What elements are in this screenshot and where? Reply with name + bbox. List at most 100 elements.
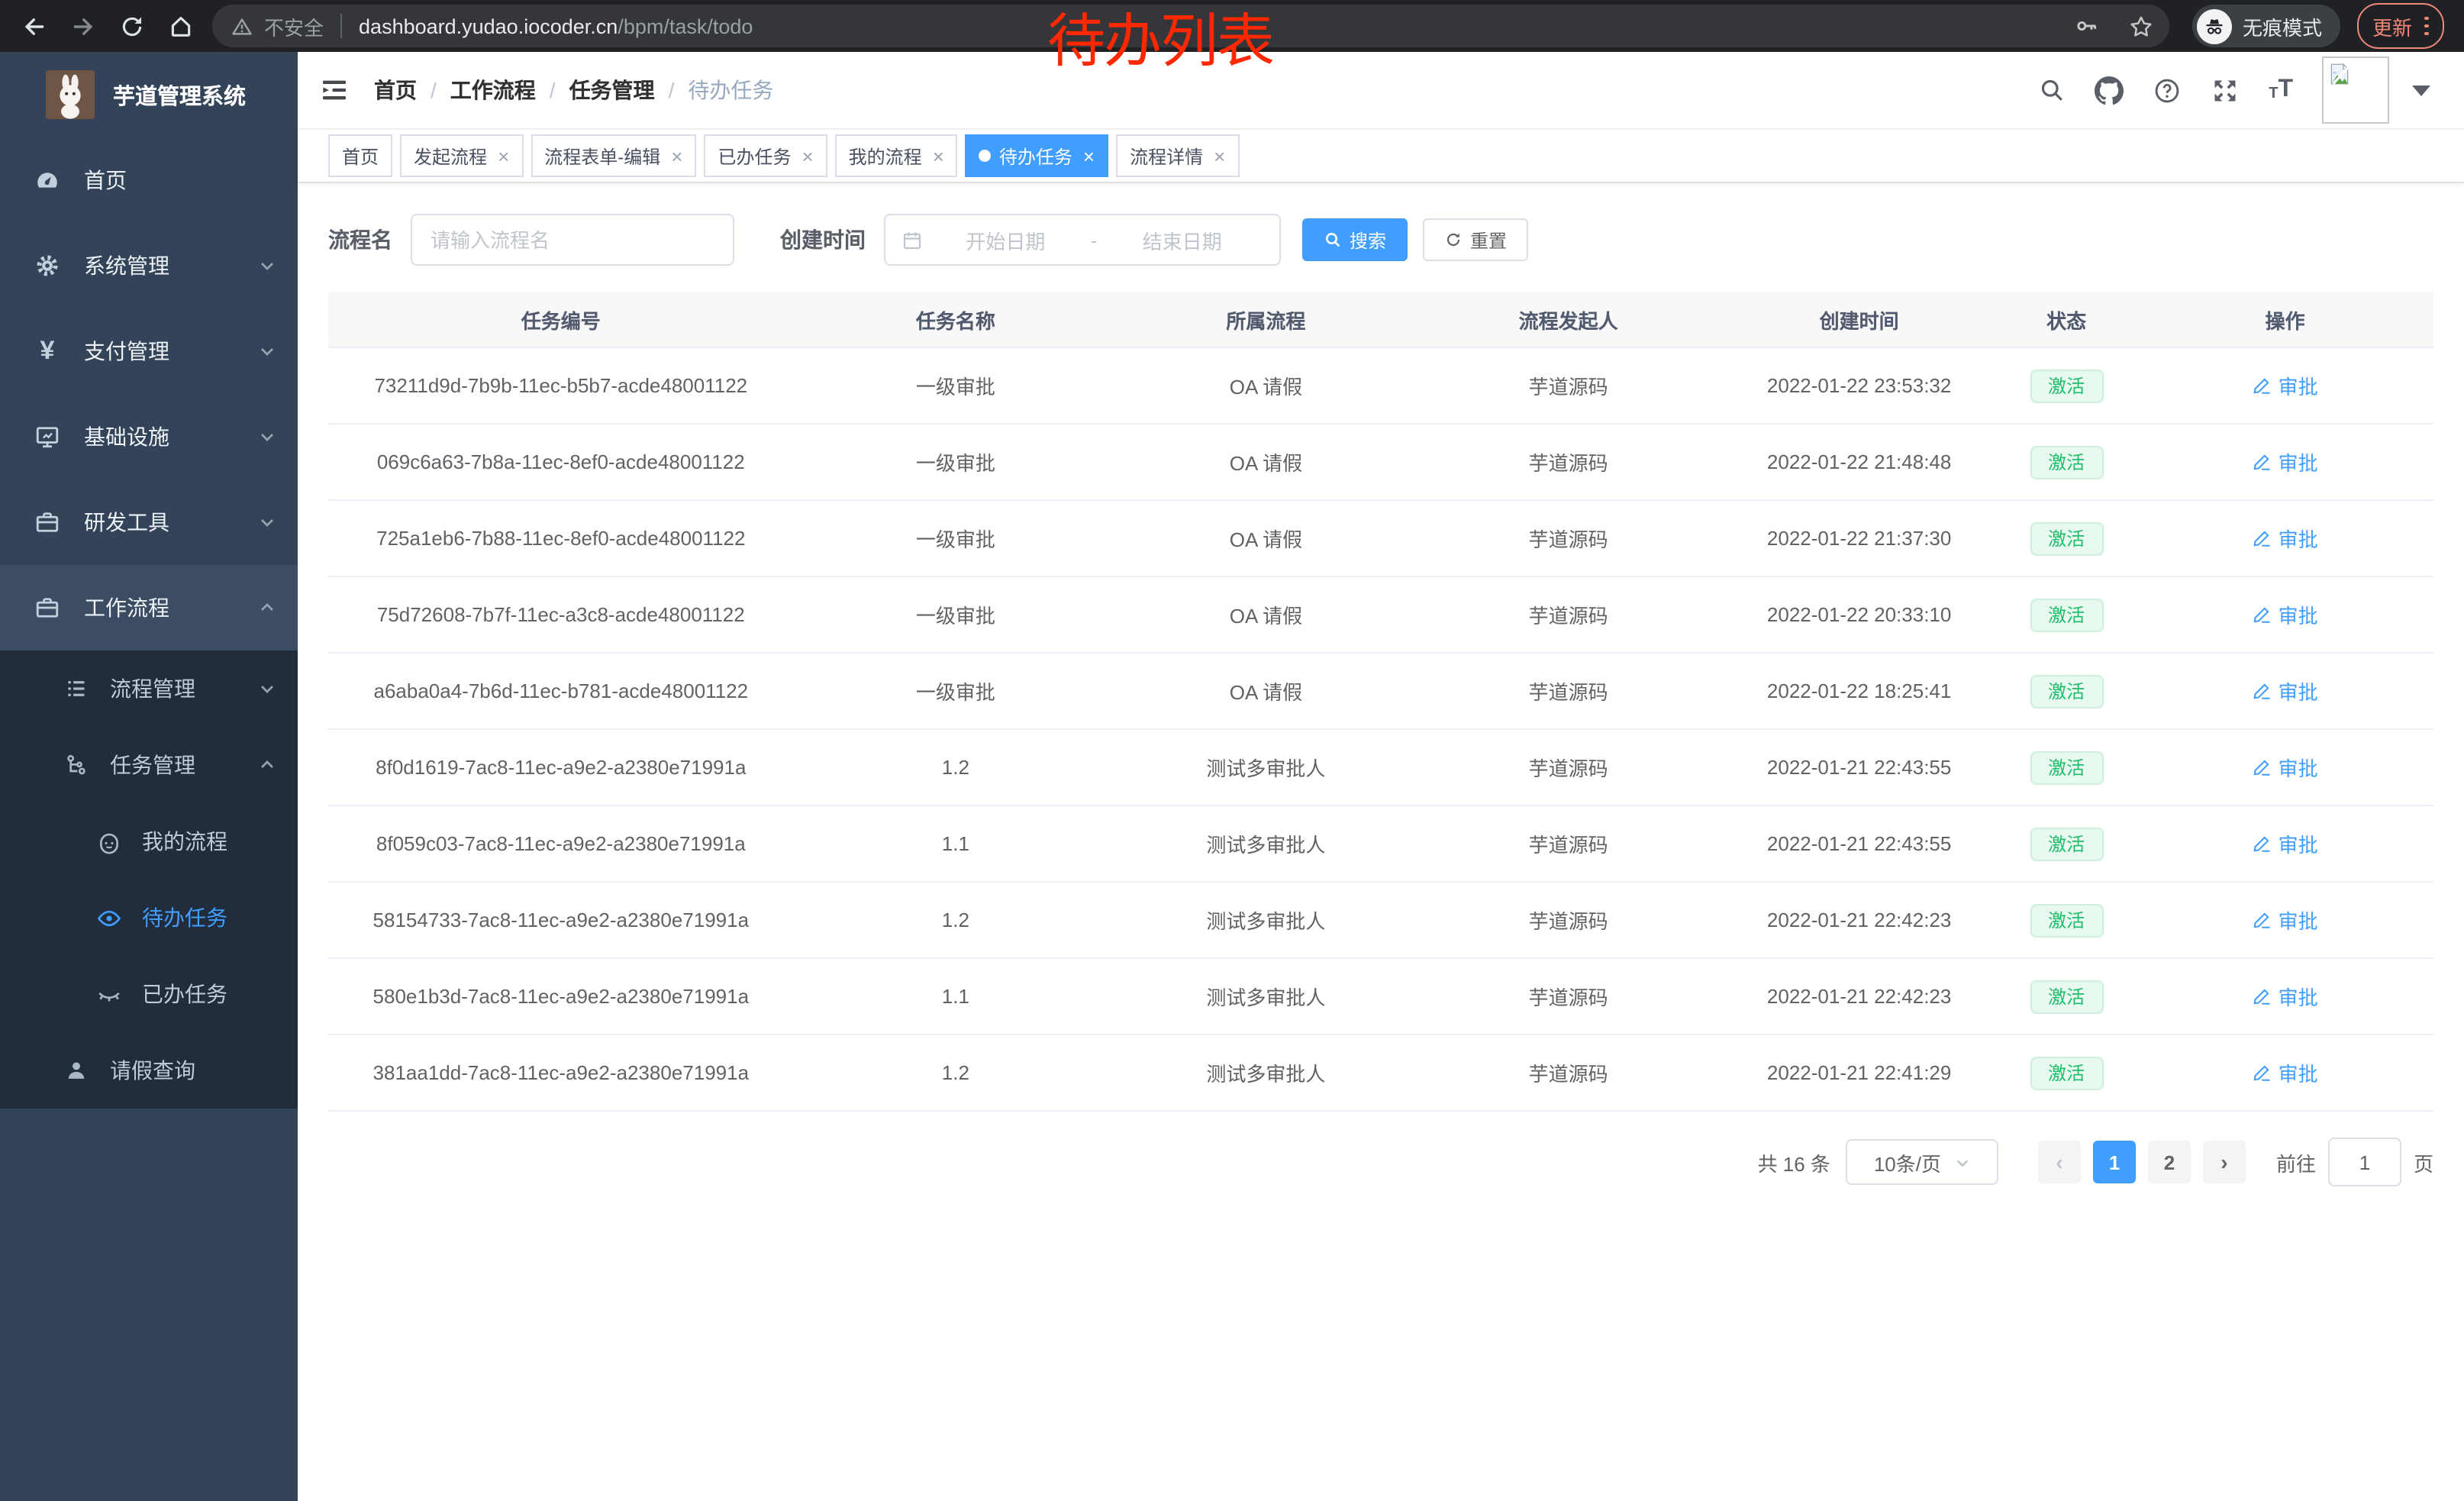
tab-my-process[interactable]: 我的流程× — [835, 134, 958, 177]
approve-button[interactable]: 审批 — [2253, 982, 2318, 1011]
table-header: 任务编号 任务名称 所属流程 流程发起人 创建时间 状态 操作 — [328, 292, 2433, 348]
sidebar-item-home[interactable]: 首页 — [0, 137, 298, 223]
status-badge: 激活 — [2030, 674, 2103, 708]
tab-process-form-edit[interactable]: 流程表单-编辑× — [531, 134, 696, 177]
task-id-cell: 8f0d1619-7ac8-11ec-a9e2-a2380e71991a — [328, 756, 794, 779]
initiator-cell: 芋道源码 — [1414, 829, 1723, 858]
close-icon[interactable]: × — [498, 146, 509, 166]
created-time-cell: 2022-01-22 18:25:41 — [1722, 679, 1995, 702]
sidebar-logo[interactable]: 芋道管理系统 — [0, 52, 298, 137]
github-icon[interactable] — [2095, 76, 2124, 105]
browser-reload-button[interactable] — [110, 4, 154, 48]
tab-done-tasks[interactable]: 已办任务× — [704, 134, 827, 177]
workflow-submenu: 流程管理 任务管理 我的流程 — [0, 650, 298, 1109]
close-icon[interactable]: × — [933, 146, 944, 166]
breadcrumb-item[interactable]: 任务管理 — [569, 75, 655, 105]
close-icon[interactable]: × — [1214, 146, 1225, 166]
approve-button[interactable]: 审批 — [2253, 676, 2318, 705]
task-name-cell: 一级审批 — [794, 447, 1118, 476]
process-cell: 测试多审批人 — [1118, 829, 1414, 858]
annotation-text: 待办列表 — [1047, 14, 1273, 72]
sidebar-item-devtools[interactable]: 研发工具 — [0, 479, 298, 565]
approve-button[interactable]: 审批 — [2253, 829, 2318, 858]
process-cell: 测试多审批人 — [1118, 982, 1414, 1011]
font-size-icon[interactable]: TT — [2269, 78, 2293, 102]
edit-pen-icon — [2253, 452, 2272, 472]
fullscreen-icon[interactable] — [2211, 76, 2240, 105]
incognito-label: 无痕模式 — [2243, 11, 2322, 40]
sidebar-item-label: 研发工具 — [84, 507, 258, 537]
task-id-cell: 73211d9d-7b9b-11ec-b5b7-acde48001122 — [328, 374, 794, 397]
chevron-down-icon — [258, 679, 276, 698]
search-icon — [1324, 231, 1342, 249]
prev-page-button[interactable]: ‹ — [2038, 1141, 2081, 1183]
task-id-cell: 381aa1dd-7ac8-11ec-a9e2-a2380e71991a — [328, 1061, 794, 1084]
initiator-cell: 芋道源码 — [1414, 600, 1723, 629]
reset-button[interactable]: 重置 — [1423, 218, 1528, 261]
goto-page-input[interactable] — [2328, 1138, 2401, 1186]
close-icon[interactable]: × — [801, 146, 813, 166]
sidebar-item-todo-tasks[interactable]: 待办任务 — [0, 880, 298, 956]
breadcrumb-item[interactable]: 工作流程 — [450, 75, 536, 105]
chevron-down-icon — [258, 342, 276, 360]
approve-button[interactable]: 审批 — [2253, 753, 2318, 782]
avatar[interactable] — [2322, 56, 2389, 124]
approve-button[interactable]: 审批 — [2253, 1058, 2318, 1087]
browser-home-button[interactable] — [159, 4, 203, 48]
kebab-menu-icon — [2424, 16, 2428, 36]
sidebar-item-task-mgmt[interactable]: 任务管理 — [0, 727, 298, 803]
bookmark-star-icon[interactable] — [2128, 13, 2154, 39]
browser-update-menu[interactable]: 更新 — [2357, 3, 2443, 49]
close-icon[interactable]: × — [671, 146, 682, 166]
breadcrumb-item-current: 待办任务 — [688, 75, 773, 105]
sidebar-item-process-mgmt[interactable]: 流程管理 — [0, 650, 298, 727]
main-area: 首页 / 工作流程 / 任务管理 / 待办任务 — [298, 52, 2464, 1501]
tags-view-bar: 首页 发起流程× 流程表单-编辑× 已办任务× 我的流程× 待办任务× 流程详情… — [298, 130, 2464, 183]
sidebar-item-label: 我的流程 — [142, 826, 276, 857]
task-name-cell: 一级审批 — [794, 676, 1118, 705]
date-range-picker[interactable]: 开始日期 - 结束日期 — [884, 214, 1281, 266]
process-name-input[interactable] — [411, 214, 734, 266]
sidebar-item-infra[interactable]: 基础设施 — [0, 394, 298, 479]
breadcrumb-item[interactable]: 首页 — [374, 75, 417, 105]
header-search-icon[interactable] — [2038, 76, 2066, 104]
status-badge: 激活 — [2030, 369, 2103, 402]
avatar-caret-icon[interactable] — [2412, 85, 2430, 95]
search-button[interactable]: 搜索 — [1302, 218, 1408, 261]
sidebar-item-label: 请假查询 — [110, 1055, 276, 1086]
browser-back-button[interactable] — [12, 4, 56, 48]
toolbox-icon — [34, 508, 61, 536]
tab-home[interactable]: 首页 — [328, 134, 392, 177]
approve-button[interactable]: 审批 — [2253, 447, 2318, 476]
help-icon[interactable] — [2153, 76, 2182, 105]
task-name-cell: 1.2 — [794, 756, 1118, 779]
action-cell: 审批 — [2137, 371, 2433, 400]
sidebar-item-workflow[interactable]: 工作流程 — [0, 565, 298, 650]
page-button-2[interactable]: 2 — [2148, 1141, 2191, 1183]
refresh-icon — [1444, 231, 1463, 249]
sidebar-item-system[interactable]: 系统管理 — [0, 223, 298, 308]
tab-todo-tasks[interactable]: 待办任务× — [966, 134, 1108, 177]
sidebar-collapse-button[interactable] — [298, 52, 371, 128]
approve-button[interactable]: 审批 — [2253, 371, 2318, 400]
process-cell: OA 请假 — [1118, 524, 1414, 553]
page-size-select[interactable]: 10条/页 — [1846, 1139, 1998, 1185]
next-page-button[interactable]: › — [2203, 1141, 2246, 1183]
tab-process-detail[interactable]: 流程详情× — [1116, 134, 1239, 177]
goto-page-suffix: 页 — [2414, 1148, 2433, 1177]
sidebar-item-leave-query[interactable]: 请假查询 — [0, 1032, 298, 1109]
sidebar-item-payment[interactable]: ¥ 支付管理 — [0, 308, 298, 394]
approve-button[interactable]: 审批 — [2253, 600, 2318, 629]
sidebar-item-label: 工作流程 — [84, 592, 258, 623]
sidebar-item-my-process[interactable]: 我的流程 — [0, 803, 298, 880]
approve-button[interactable]: 审批 — [2253, 524, 2318, 553]
approve-button[interactable]: 审批 — [2253, 905, 2318, 934]
page-button-1[interactable]: 1 — [2093, 1141, 2136, 1183]
status-badge: 激活 — [2030, 903, 2103, 937]
tab-start-process[interactable]: 发起流程× — [400, 134, 523, 177]
chevron-down-icon — [258, 257, 276, 275]
close-icon[interactable]: × — [1083, 146, 1095, 166]
password-key-icon[interactable] — [2075, 14, 2099, 38]
sidebar-item-done-tasks[interactable]: 已办任务 — [0, 956, 298, 1032]
browser-forward-button[interactable] — [61, 4, 105, 48]
